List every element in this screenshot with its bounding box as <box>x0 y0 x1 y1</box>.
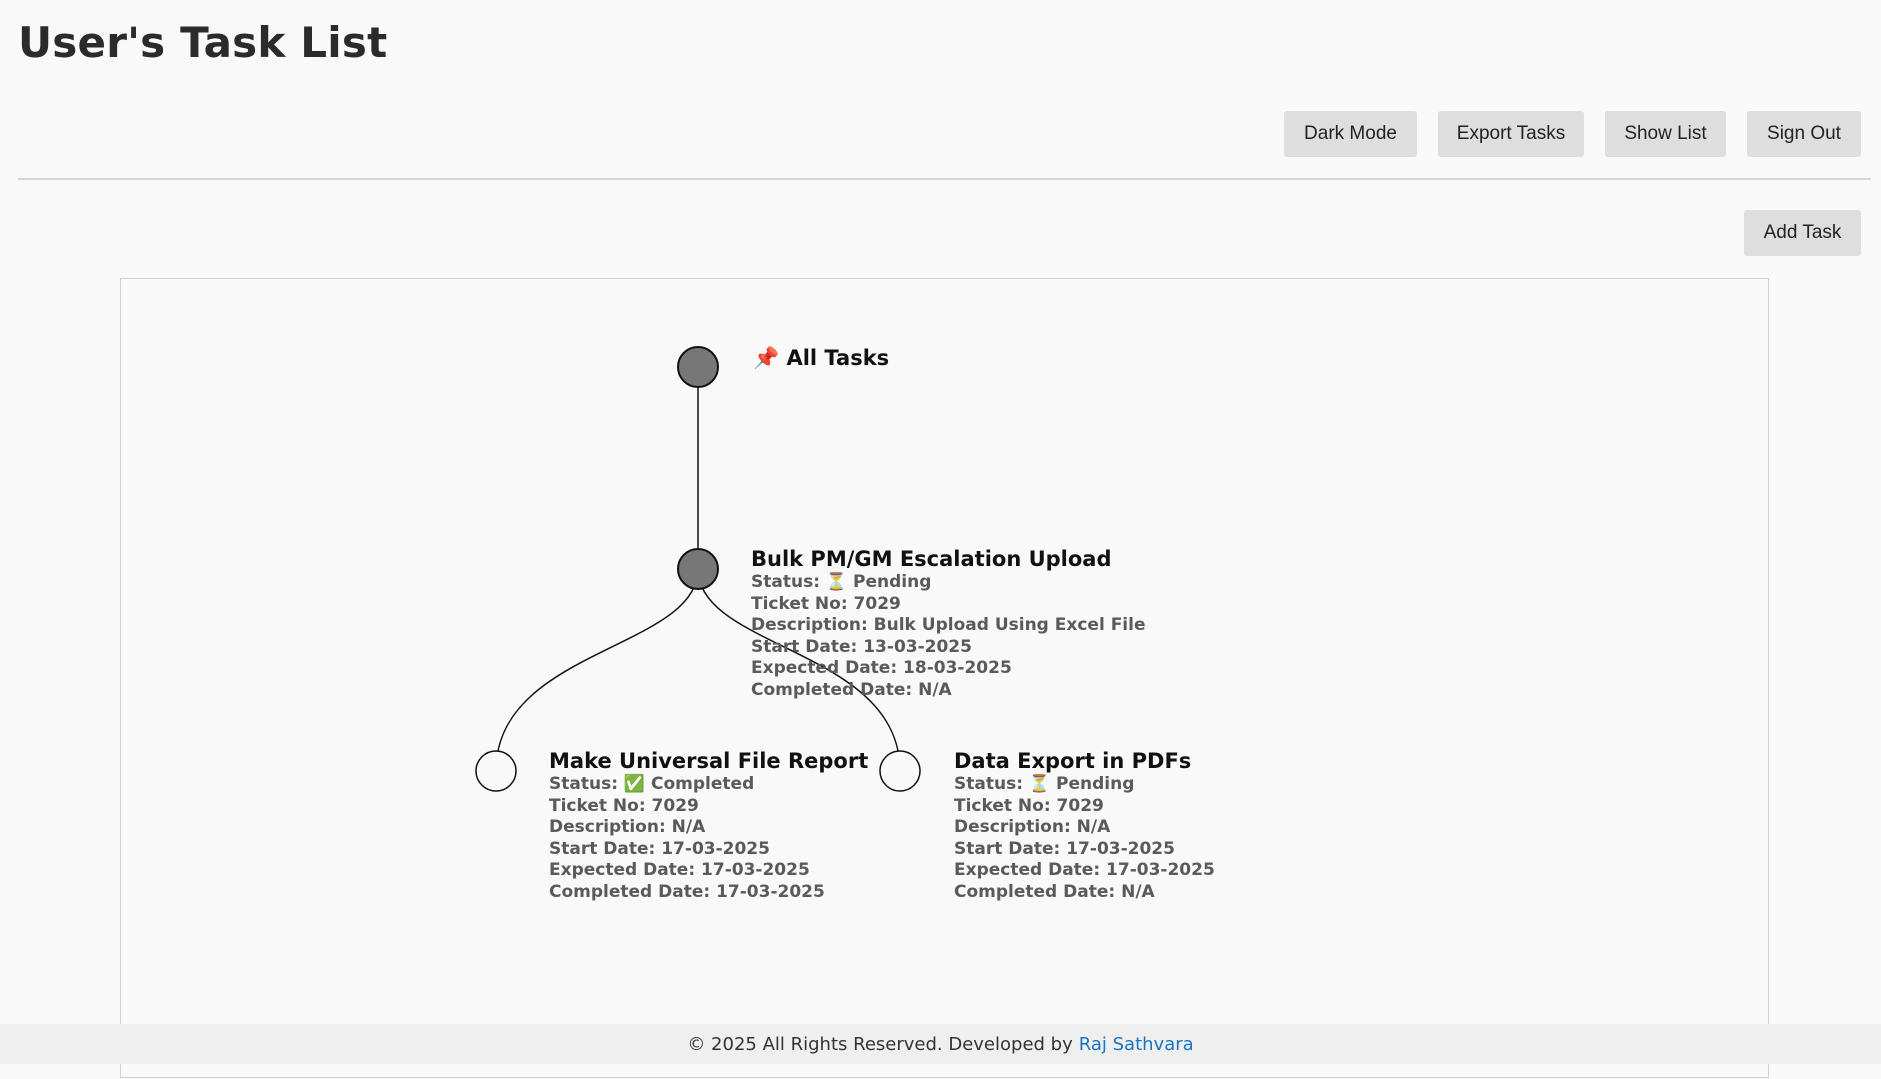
task-title: Data Export in PDFs <box>954 749 1192 773</box>
status-value: Pending <box>1056 774 1135 794</box>
check-box-icon: ✅ <box>623 774 646 794</box>
expected-date: Expected Date: 18-03-2025 <box>751 658 1012 679</box>
pushpin-icon: 📌 <box>753 346 780 370</box>
task-details: Status: ✅ Completed Ticket No: 7029 Desc… <box>549 774 825 904</box>
header-divider <box>18 178 1871 180</box>
child-task-node[interactable] <box>879 750 921 792</box>
status-value: Completed <box>651 774 755 794</box>
task-status-row: Status: ⏳ Pending <box>954 774 1215 796</box>
root-label-text: All Tasks <box>786 346 890 370</box>
add-task-button[interactable]: Add Task <box>1744 210 1861 256</box>
task-status-row: Status: ✅ Completed <box>549 774 825 796</box>
page-title: User's Task List <box>18 18 388 67</box>
root-label: 📌 All Tasks <box>753 346 889 371</box>
footer-copyright: © 2025 All Rights Reserved. Developed by <box>687 1033 1073 1055</box>
expected-date: Expected Date: 17-03-2025 <box>954 860 1215 881</box>
root-node[interactable] <box>677 346 719 388</box>
child-task-node[interactable] <box>475 750 517 792</box>
dark-mode-button[interactable]: Dark Mode <box>1284 111 1417 157</box>
ticket-number: Ticket No: 7029 <box>751 593 901 614</box>
completed-date: Completed Date: 17-03-2025 <box>549 881 825 902</box>
completed-date: Completed Date: N/A <box>954 881 1155 902</box>
task-tree-panel: 📌 All Tasks Bulk PM/GM Escalation Upload… <box>120 278 1769 1078</box>
export-tasks-button[interactable]: Export Tasks <box>1438 111 1584 157</box>
start-date: Start Date: 17-03-2025 <box>549 838 770 859</box>
task-details: Status: ⏳ Pending Ticket No: 7029 Descri… <box>751 572 1146 702</box>
task-description: Description: N/A <box>549 817 706 838</box>
task-description: Description: N/A <box>954 817 1111 838</box>
parent-task-node[interactable] <box>677 548 719 590</box>
start-date: Start Date: 17-03-2025 <box>954 838 1175 859</box>
status-label: Status: <box>751 572 820 592</box>
task-status-row: Status: ⏳ Pending <box>751 572 1146 594</box>
ticket-number: Ticket No: 7029 <box>549 795 699 816</box>
completed-date: Completed Date: N/A <box>751 679 952 700</box>
expected-date: Expected Date: 17-03-2025 <box>549 860 810 881</box>
status-value: Pending <box>853 572 932 592</box>
status-label: Status: <box>954 774 1023 794</box>
show-list-button[interactable]: Show List <box>1605 111 1726 157</box>
task-title: Bulk PM/GM Escalation Upload <box>751 547 1112 571</box>
task-title: Make Universal File Report <box>549 749 869 773</box>
ticket-number: Ticket No: 7029 <box>954 795 1104 816</box>
hourglass-icon: ⏳ <box>825 572 848 592</box>
sign-out-button[interactable]: Sign Out <box>1747 111 1861 157</box>
author-link[interactable]: Raj Sathvara <box>1079 1034 1194 1055</box>
start-date: Start Date: 13-03-2025 <box>751 636 972 657</box>
task-description: Description: Bulk Upload Using Excel Fil… <box>751 615 1146 636</box>
footer: © 2025 All Rights Reserved. Developed by… <box>0 1024 1881 1064</box>
hourglass-icon: ⏳ <box>1028 774 1051 794</box>
task-details: Status: ⏳ Pending Ticket No: 7029 Descri… <box>954 774 1215 904</box>
status-label: Status: <box>549 774 618 794</box>
link-parent-to-child-1 <box>495 568 699 772</box>
